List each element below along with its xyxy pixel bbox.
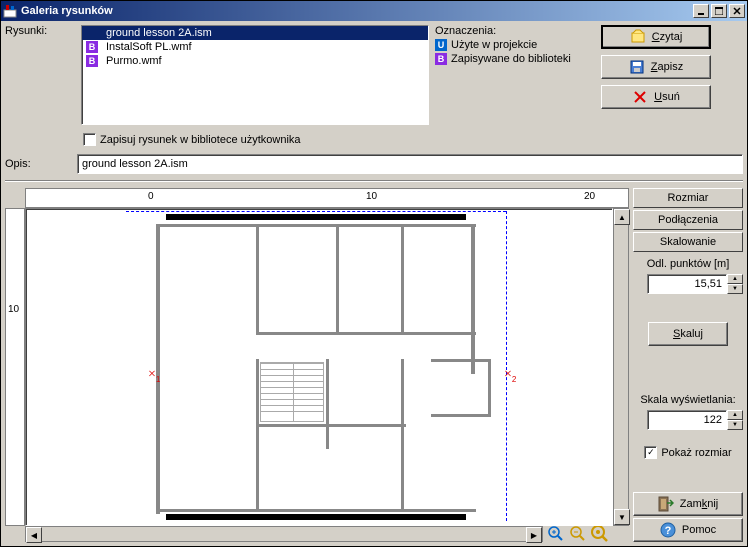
file-name: InstalSoft PL.wmf <box>106 41 192 53</box>
file-type-icon <box>86 27 98 39</box>
window-title: Galeria rysunków <box>21 5 693 17</box>
save-icon <box>629 59 645 75</box>
file-list[interactable]: ground lesson 2A.ism B InstalSoft PL.wmf… <box>81 25 429 125</box>
legend-item: U Użyte w projekcie <box>435 39 595 51</box>
file-type-icon: B <box>86 41 98 53</box>
scroll-up-button[interactable]: ▲ <box>614 209 630 225</box>
skaluj-button[interactable]: Skaluj <box>648 322 728 346</box>
scrollbar-vertical[interactable]: ▲ ▼ <box>613 208 629 526</box>
titlebar: Galeria rysunków <box>1 1 747 21</box>
file-item[interactable]: ground lesson 2A.ism <box>82 26 428 40</box>
zamknij-button[interactable]: Zamknij <box>633 492 743 516</box>
svg-text:?: ? <box>665 525 672 537</box>
minimize-button[interactable] <box>693 4 709 18</box>
pokaz-rozmiar-label: Pokaż rozmiar <box>661 447 731 459</box>
save-to-library-checkbox[interactable] <box>83 133 96 146</box>
skala-spinner[interactable]: ▲ ▼ <box>727 410 743 430</box>
zoom-out-icon[interactable] <box>569 525 587 543</box>
scroll-left-button[interactable]: ◀ <box>26 527 42 543</box>
opis-label: Opis: <box>5 158 69 170</box>
legend-icon-u: U <box>435 39 447 51</box>
odl-punktow-label: Odl. punktów [m] <box>633 258 743 270</box>
floor-plan <box>126 214 506 524</box>
spin-down[interactable]: ▼ <box>727 284 743 294</box>
close-button[interactable] <box>729 4 745 18</box>
marker-x2: ×2 <box>504 367 516 384</box>
tab-skalowanie[interactable]: Skalowanie <box>633 232 743 252</box>
scroll-down-button[interactable]: ▼ <box>614 509 630 525</box>
marker-x1: ×1 <box>148 367 160 384</box>
spin-down[interactable]: ▼ <box>727 420 743 430</box>
spin-up[interactable]: ▲ <box>727 410 743 420</box>
file-item[interactable]: B InstalSoft PL.wmf <box>82 40 428 54</box>
odl-punktow-input[interactable] <box>647 274 727 294</box>
drawing-canvas[interactable]: ×1 ×2 <box>25 208 613 526</box>
skala-label: Skala wyświetlania: <box>633 394 743 406</box>
read-icon <box>630 29 646 45</box>
legend-text: Zapisywane do biblioteki <box>451 53 571 65</box>
maximize-button[interactable] <box>711 4 727 18</box>
rysunki-label: Rysunki: <box>5 25 47 37</box>
usun-button[interactable]: Usuń <box>601 85 711 109</box>
app-icon <box>3 4 17 18</box>
oznaczenia-label: Oznaczenia: <box>435 25 496 37</box>
pokaz-rozmiar-checkbox[interactable]: ✓ <box>644 446 657 459</box>
ruler-vertical: 10 <box>5 208 25 526</box>
ruler-horizontal: 0 10 20 <box>25 188 629 208</box>
file-name: ground lesson 2A.ism <box>106 27 212 39</box>
pomoc-button[interactable]: ? Pomoc <box>633 518 743 542</box>
czytaj-button[interactable]: CCzytajzytaj <box>601 25 711 49</box>
exit-icon <box>658 496 674 512</box>
help-icon: ? <box>660 522 676 538</box>
spin-up[interactable]: ▲ <box>727 274 743 284</box>
file-name: Purmo.wmf <box>106 55 162 67</box>
zapisz-button[interactable]: Zapisz <box>601 55 711 79</box>
delete-icon <box>632 89 648 105</box>
save-to-library-label: Zapisuj rysunek w bibliotece użytkownika <box>100 134 301 146</box>
scroll-right-button[interactable]: ▶ <box>526 527 542 543</box>
file-type-icon: B <box>86 55 98 67</box>
divider <box>5 180 743 182</box>
legend-item: B Zapisywane do biblioteki <box>435 53 595 65</box>
odl-spinner[interactable]: ▲ ▼ <box>727 274 743 294</box>
legend-text: Użyte w projekcie <box>451 39 537 51</box>
legend-icon-b: B <box>435 53 447 65</box>
file-item[interactable]: B Purmo.wmf <box>82 54 428 68</box>
opis-input[interactable] <box>77 154 743 174</box>
zoom-in-icon[interactable] <box>547 525 565 543</box>
tab-rozmiar[interactable]: Rozmiar <box>633 188 743 208</box>
scrollbar-horizontal[interactable]: ◀ ▶ <box>25 526 543 542</box>
zoom-fit-icon[interactable] <box>591 525 609 543</box>
tab-podlaczenia[interactable]: Podłączenia <box>633 210 743 230</box>
skala-input[interactable] <box>647 410 727 430</box>
